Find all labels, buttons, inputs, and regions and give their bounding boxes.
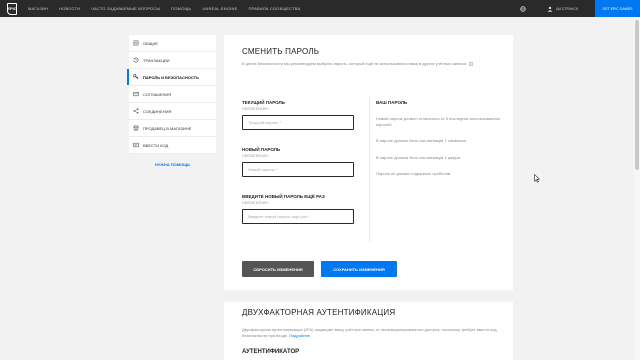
- sidebar-item-store-seller[interactable]: Продавец в магазине: [129, 120, 216, 137]
- nav-item-community-rules[interactable]: Правила сообщества: [248, 6, 300, 11]
- new-password-hint: Обязательно: [242, 154, 268, 158]
- top-right-controls: ЦИ.СТРАНСК Get Epic Games: [520, 0, 640, 17]
- user-icon[interactable]: [547, 6, 553, 12]
- password-rule: В пароле должна быть как минимум 1 цифра…: [376, 154, 462, 160]
- column-divider: [369, 97, 370, 242]
- sidebar-item-general[interactable]: Общие: [129, 35, 216, 52]
- user-name[interactable]: ЦИ.СТРАНСК: [556, 7, 578, 11]
- main-nav: Магазин Новости Часто задаваемые вопросы…: [28, 6, 311, 11]
- scrollbar-thumb[interactable]: [635, 20, 639, 170]
- learn-more-link[interactable]: Подробнее: [289, 333, 310, 338]
- account-sidebar: Общие Транзакции Пароль и безопасность С…: [127, 35, 216, 167]
- confirm-password-field: Введите новый пароль ещё раз Обязательно: [242, 194, 354, 224]
- sidebar-item-transactions[interactable]: Транзакции: [129, 52, 216, 69]
- section-separator: [224, 290, 513, 302]
- code-icon: [133, 142, 139, 148]
- password-rules: Ваш пароль Новый пароль должен отличатьс…: [376, 100, 501, 177]
- password-rules-title: Ваш пароль: [376, 100, 408, 105]
- save-changes-button[interactable]: Сохранить изменения: [321, 261, 397, 277]
- password-rule: В пароле должно быть как минимум 7 симво…: [376, 138, 467, 143]
- mouse-cursor-icon: [534, 174, 540, 183]
- nav-item-faq[interactable]: Часто задаваемые вопросы: [91, 6, 160, 11]
- key-icon: [133, 74, 139, 80]
- confirm-password-input[interactable]: [242, 209, 354, 224]
- sidebar-item-agreements[interactable]: Соглашения: [129, 86, 216, 103]
- sidebar-item-password-security[interactable]: Пароль и безопасность: [127, 69, 216, 86]
- confirm-password-label: Введите новый пароль ещё раз: [242, 194, 325, 199]
- sidebar-item-label: Продавец в магазине: [143, 125, 192, 131]
- new-password-field: Новый пароль Обязательно: [242, 147, 354, 177]
- password-description-text: В целях безопасности мы рекомендуем выбр…: [242, 61, 468, 66]
- sidebar-item-label: Соглашения: [143, 91, 172, 97]
- current-password-field: Текущий пароль Обязательно: [242, 100, 354, 130]
- list-icon: [133, 40, 139, 46]
- current-password-label: Текущий пароль: [242, 100, 285, 105]
- nav-item-help[interactable]: Помощь: [171, 6, 191, 11]
- change-password-panel: Сменить пароль В целях безопасности мы р…: [224, 35, 513, 360]
- current-password-hint: Обязательно: [242, 107, 268, 111]
- confirm-password-hint: Обязательно: [242, 201, 268, 205]
- globe-icon[interactable]: [520, 5, 526, 12]
- mail-icon: [133, 92, 139, 97]
- need-help-link[interactable]: Нужна помощь: [129, 162, 216, 167]
- sidebar-item-label: Соединения: [143, 108, 172, 114]
- get-epic-games-button[interactable]: Get Epic Games: [595, 0, 640, 17]
- password-rule: Новый пароль должен отличаться от 5 посл…: [376, 116, 501, 127]
- share-icon: [133, 108, 139, 114]
- two-factor-description: Двухфакторная аутентификация (2FA) защищ…: [242, 327, 497, 338]
- nav-item-store[interactable]: Магазин: [28, 6, 48, 11]
- sidebar-item-label: Ввести код: [143, 142, 169, 148]
- page-scrollbar[interactable]: [634, 17, 640, 360]
- sidebar-item-label: Общие: [143, 40, 159, 46]
- info-icon[interactable]: [468, 61, 473, 66]
- store-icon: [133, 125, 139, 131]
- sidebar-item-redeem-code[interactable]: Ввести код: [129, 137, 216, 154]
- sidebar-item-label: Транзакции: [143, 57, 170, 63]
- reset-changes-button[interactable]: Сбросить изменения: [242, 261, 314, 277]
- history-icon: [133, 57, 139, 63]
- current-password-input[interactable]: [242, 115, 354, 130]
- nav-item-news[interactable]: Новости: [59, 6, 80, 11]
- new-password-input[interactable]: [242, 162, 354, 177]
- nav-item-unreal-engine[interactable]: Unreal Engine: [202, 6, 237, 11]
- authenticator-title: Аутентификатор: [242, 349, 300, 355]
- sidebar-item-connections[interactable]: Соединения: [129, 103, 216, 120]
- page-title: Сменить пароль: [242, 47, 320, 56]
- password-rule: Пароль не должен содержать пробелов.: [376, 171, 452, 176]
- new-password-label: Новый пароль: [242, 147, 281, 152]
- two-factor-title: Двухфакторная аутентификация: [242, 308, 396, 317]
- two-factor-description-text: Двухфакторная аутентификация (2FA) защищ…: [242, 327, 497, 338]
- sidebar-item-label: Пароль и безопасность: [143, 74, 199, 80]
- password-description: В целях безопасности мы рекомендуем выбр…: [242, 61, 482, 67]
- top-navigation-bar: EPIC Магазин Новости Часто задаваемые во…: [0, 0, 640, 17]
- epic-games-logo[interactable]: EPIC: [7, 2, 17, 15]
